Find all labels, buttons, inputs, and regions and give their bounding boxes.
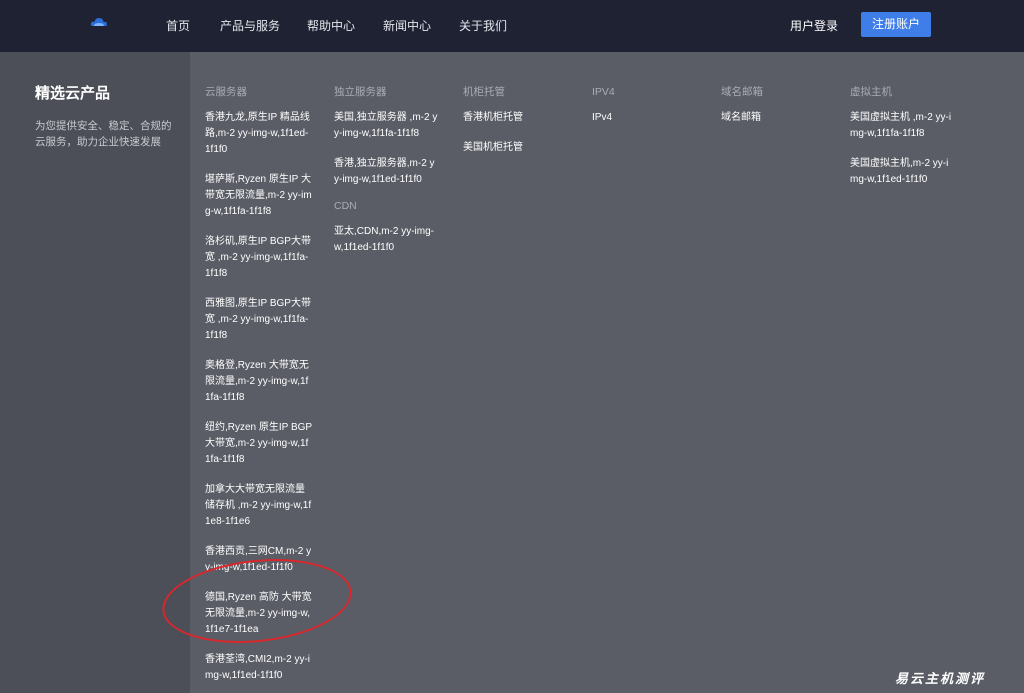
- column-colocation: 机柜托管 香港机柜托管 美国机柜托管: [463, 84, 563, 170]
- column-heading: 虚拟主机: [850, 86, 892, 98]
- column-virtual-hosting: 虚拟主机 美国虚拟主机 ,m-2 yy-img-w,1f1fa-1f1f8 美国…: [850, 84, 956, 202]
- menu-item[interactable]: 香港,独立服务器,m-2 yy-img-w,1f1ed-1f1f0: [334, 156, 438, 188]
- menu-item[interactable]: 香港荃湾,CMI2,m-2 yy-img-w,1f1ed-1f1f0: [205, 652, 313, 684]
- menu-item[interactable]: IPv4: [592, 110, 692, 126]
- menu-item[interactable]: 堪萨斯,Ryzen 原生IP 大带宽无限流量,m-2 yy-img-w,1f1f…: [205, 172, 313, 220]
- column-heading: 云服务器: [205, 86, 247, 98]
- menu-item[interactable]: 西雅图,原生IP BGP大带宽 ,m-2 yy-img-w,1f1fa-1f1f…: [205, 296, 313, 344]
- menu-item[interactable]: 域名邮箱: [721, 110, 821, 126]
- featured-description: 为您提供安全、稳定、合规的云服务，助力企业快速发展: [35, 120, 172, 148]
- column-heading: 机柜托管: [463, 86, 505, 98]
- nav-help[interactable]: 帮助中心: [307, 17, 355, 34]
- column-heading: 独立服务器: [334, 86, 387, 98]
- menu-item[interactable]: 纽约,Ryzen 原生IP BGP大带宽,m-2 yy-img-w,1f1fa-…: [205, 420, 313, 468]
- top-nav-bar: 首页 产品与服务 帮助中心 新闻中心 关于我们 用户登录 注册账户: [0, 0, 1024, 52]
- menu-item[interactable]: 美国虚拟主机,m-2 yy-img-w,1f1ed-1f1f0: [850, 156, 956, 188]
- menu-item[interactable]: 亚太,CDN,m-2 yy-img-w,1f1ed-1f1f0: [334, 224, 438, 256]
- menu-item[interactable]: 香港机柜托管: [463, 110, 563, 126]
- menu-item[interactable]: 奥格登,Ryzen 大带宽无限流量,m-2 yy-img-w,1f1fa-1f1…: [205, 358, 313, 406]
- nav-news[interactable]: 新闻中心: [383, 17, 431, 34]
- menu-item[interactable]: 美国,独立服务器 ,m-2 yy-img-w,1f1fa-1f1f8: [334, 110, 438, 142]
- column-ipv4: IPV4 IPv4: [592, 84, 692, 140]
- menu-item[interactable]: 加拿大大带宽无限流量储存机 ,m-2 yy-img-w,1f1e8-1f1e6: [205, 482, 313, 530]
- menu-item[interactable]: 洛杉矶,原生IP BGP大带宽 ,m-2 yy-img-w,1f1fa-1f1f…: [205, 234, 313, 282]
- column-domain-email: 域名邮箱 域名邮箱: [721, 84, 821, 140]
- nav-about[interactable]: 关于我们: [459, 17, 507, 34]
- menu-item[interactable]: 香港九龙,原生IP 精品线路,m-2 yy-img-w,1f1ed-1f1f0: [205, 110, 313, 158]
- register-button[interactable]: 注册账户: [861, 12, 931, 37]
- column-dedicated-servers: 独立服务器 美国,独立服务器 ,m-2 yy-img-w,1f1fa-1f1f8…: [334, 84, 438, 270]
- column-subheading-cdn: CDN: [334, 200, 357, 212]
- column-heading: IPV4: [592, 86, 615, 98]
- column-heading: 域名邮箱: [721, 86, 763, 98]
- featured-title: 精选云产品: [35, 85, 111, 102]
- menu-item[interactable]: 美国虚拟主机 ,m-2 yy-img-w,1f1fa-1f1f8: [850, 110, 956, 142]
- watermark-text: 易云主机测评: [895, 672, 986, 687]
- cloud-logo-icon[interactable]: [90, 17, 108, 27]
- nav-products[interactable]: 产品与服务: [220, 17, 280, 34]
- nav-home[interactable]: 首页: [166, 17, 190, 34]
- menu-item[interactable]: 美国机柜托管: [463, 140, 563, 156]
- login-link[interactable]: 用户登录: [790, 17, 838, 34]
